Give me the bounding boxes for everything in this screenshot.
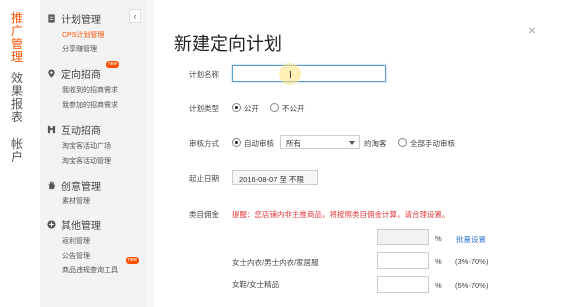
review-manual-label: 全部手动审核 [410,139,455,148]
review-scope-select[interactable]: 所有 [280,135,360,149]
sidebar-item-cps-plans[interactable]: CPS计划管理 [62,30,104,40]
date-range-label: 起止日期 [189,174,219,183]
date-range-picker[interactable]: 2016-08-07 至 不限 [232,170,318,185]
sidebar-item-activity-manage[interactable]: 淘宝客活动管理 [62,156,111,166]
plan-type-public-radio[interactable] [232,103,241,112]
date-range-value: 2016-08-07 至 不限 [239,175,305,184]
plan-name-input[interactable] [232,65,386,82]
category-commission-input[interactable] [377,276,429,293]
review-scope-value: 所有 [286,139,301,148]
review-suffix: 的淘客 [364,139,387,148]
plus-circle-icon [47,220,56,229]
sidebar-group-targeted[interactable]: 定向招商 [47,66,101,81]
sidebar-group-label: 互动招商 [61,126,101,137]
plan-name-label: 计划名称 [189,70,219,79]
document-icon [48,14,55,23]
handshake-icon [47,125,56,134]
vnav-item-account[interactable]: 帐户 [11,138,25,164]
category-name: 女鞋/女士精品 [232,280,280,289]
category-commission-input[interactable] [377,252,429,269]
sidebar-item-material[interactable]: 素材管理 [62,196,90,206]
commission-range: (3%-70%) [455,257,489,266]
review-label: 审核方式 [189,139,219,148]
commission-label: 类目佣金 [189,210,219,219]
sidebar-group-other[interactable]: 其他管理 [47,217,101,232]
vertical-nav: 推广管理 效果报表 帐户 [0,0,40,307]
review-auto-label: 自动审核 [244,139,274,148]
sidebar-group-label: 定向招商 [61,70,101,81]
sidebar-group-label: 其他管理 [61,221,101,232]
chevron-down-icon [349,141,355,145]
text-cursor-icon: I [289,70,292,81]
percent-sign: % [435,281,442,290]
sidebar-group-interactive[interactable]: 互动招商 [47,122,101,137]
sidebar-group-creative[interactable]: 创意管理 [47,178,101,193]
hand-icon [48,181,56,190]
percent-sign: % [435,257,442,266]
sidebar-item-share-earn[interactable]: 分享赚管理 [62,44,97,54]
sidebar-collapse-button[interactable]: ‹ [129,9,141,23]
sidebar-item-received-needs[interactable]: 我收到的招商需求 [62,85,118,95]
new-badge: new [106,61,120,68]
vnav-item-reports[interactable]: 效果报表 [11,72,25,124]
sidebar-item-joined-needs[interactable]: 我参加的招商需求 [62,100,118,110]
review-manual-radio[interactable] [398,138,407,147]
location-pin-icon [48,69,55,78]
dialog-title: 新建定向计划 [174,34,282,54]
batch-set-link[interactable]: 批量设置 [456,234,486,245]
sidebar-group-label: 创意管理 [61,182,101,193]
sidebar-item-notice[interactable]: 公告管理 [62,251,90,261]
close-icon[interactable]: × [528,22,536,38]
plan-type-private-radio[interactable] [270,103,279,112]
plan-type-label: 计划类型 [189,104,219,113]
commission-warning: 提醒：您店铺内非主推商品，将按照类目佣金计算，请合理设置。 [232,210,450,219]
category-name: 女士内衣/男士内衣/家居服 [232,258,319,267]
sidebar-group-plans[interactable]: 计划管理 [47,11,101,26]
vnav-item-promotion[interactable]: 推广管理 [11,12,25,64]
sidebar-item-rebate[interactable]: 返利管理 [62,236,90,246]
percent-sign: % [435,234,442,243]
plan-type-private-label: 不公开 [282,104,305,113]
batch-commission-input[interactable] [377,229,429,245]
review-auto-radio[interactable] [232,138,241,147]
commission-range: (5%-70%) [455,281,489,290]
main-edge [146,0,154,307]
sidebar-item-activity-square[interactable]: 淘宝客活动广场 [62,141,111,151]
plan-type-public-label: 公开 [244,104,259,113]
new-badge: new [126,257,140,264]
sidebar-item-violation-tool[interactable]: 商品违规查询工具 [62,265,118,275]
sidebar-group-label: 计划管理 [61,15,101,26]
